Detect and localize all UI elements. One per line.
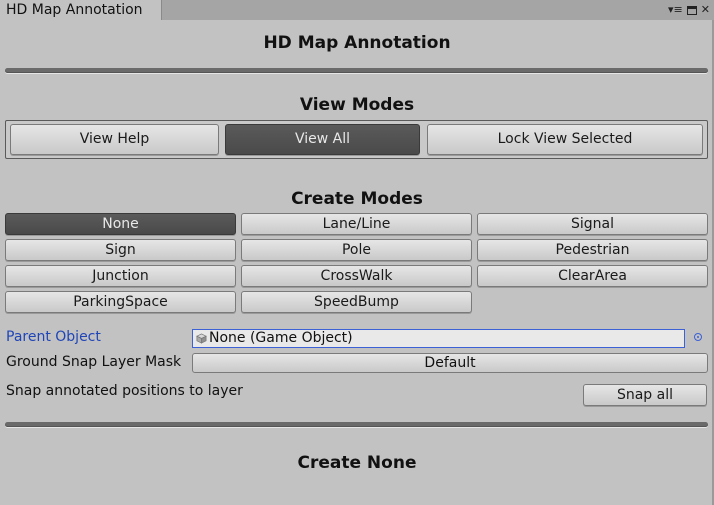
snap-all-button[interactable]: Snap all <box>583 384 707 406</box>
snap-positions-label: Snap annotated positions to layer <box>6 383 243 399</box>
lock-view-selected-button[interactable]: Lock View Selected <box>427 124 703 155</box>
create-lane-line-button[interactable]: Lane/Line <box>241 213 472 235</box>
create-crosswalk-button[interactable]: CrossWalk <box>241 265 472 287</box>
ground-snap-layer-mask-label: Ground Snap Layer Mask <box>6 354 182 370</box>
section-divider-top <box>5 68 708 73</box>
create-modes-heading: Create Modes <box>291 189 423 209</box>
window-controls: ▾≡ ✕ <box>668 1 710 19</box>
section-divider-bottom <box>5 422 708 427</box>
close-icon[interactable]: ✕ <box>701 4 710 16</box>
game-object-icon <box>196 333 207 344</box>
create-junction-button[interactable]: Junction <box>5 265 236 287</box>
page-title: HD Map Annotation <box>263 33 451 53</box>
view-all-button[interactable]: View All <box>225 124 420 155</box>
parent-object-value: None (Game Object) <box>209 330 353 346</box>
ground-snap-layer-mask-dropdown[interactable]: Default <box>192 353 708 373</box>
object-picker-icon[interactable] <box>694 333 702 341</box>
maximize-icon[interactable] <box>686 5 697 15</box>
create-mode-status-title: Create None <box>297 453 417 473</box>
window-tab-title: HD Map Annotation <box>6 2 143 18</box>
window-tab[interactable]: HD Map Annotation <box>0 0 162 20</box>
view-modes-heading: View Modes <box>299 95 415 115</box>
create-signal-button[interactable]: Signal <box>477 213 708 235</box>
create-none-button[interactable]: None <box>5 213 236 235</box>
create-sign-button[interactable]: Sign <box>5 239 236 261</box>
create-pedestrian-button[interactable]: Pedestrian <box>477 239 708 261</box>
create-cleararea-button[interactable]: ClearArea <box>477 265 708 287</box>
parent-object-field[interactable]: None (Game Object) <box>192 329 685 348</box>
create-pole-button[interactable]: Pole <box>241 239 472 261</box>
parent-object-label: Parent Object <box>6 329 101 345</box>
window-tab-bar: HD Map Annotation ▾≡ ✕ <box>0 0 714 20</box>
view-help-button[interactable]: View Help <box>10 124 219 155</box>
context-menu-icon[interactable]: ▾≡ <box>668 4 683 16</box>
create-parkingspace-button[interactable]: ParkingSpace <box>5 291 236 313</box>
create-speedbump-button[interactable]: SpeedBump <box>241 291 472 313</box>
